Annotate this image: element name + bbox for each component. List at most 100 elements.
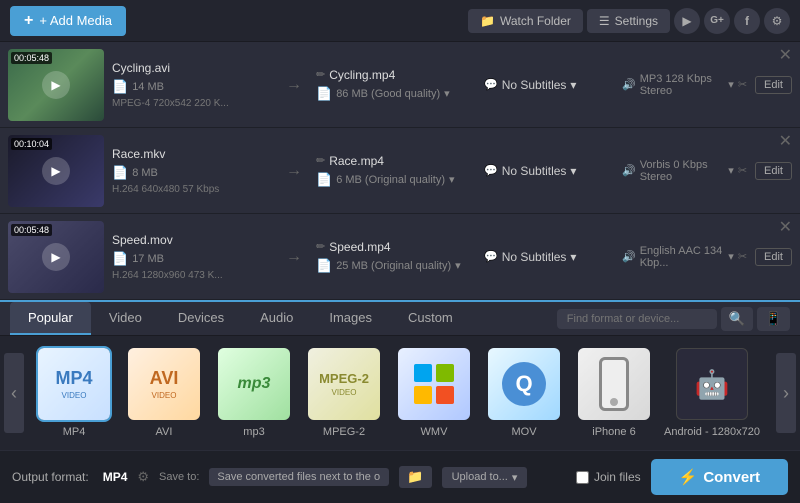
format-label-mp4: MP4: [63, 426, 86, 438]
edit-button[interactable]: Edit: [755, 162, 792, 180]
audio-dropdown-icon[interactable]: ▾: [728, 250, 734, 263]
format-item-wmv[interactable]: WMV: [394, 348, 474, 438]
format-search-input[interactable]: [557, 309, 717, 329]
format-item-mpeg2[interactable]: MPEG-2VIDEO MPEG-2: [304, 348, 384, 438]
scissors-icon[interactable]: ✂: [738, 164, 747, 177]
format-grid: MP4VIDEO MP4 AVIVIDEO AVI mp3 mp3 MPEG-2…: [24, 336, 776, 450]
output-dropdown-icon[interactable]: ▾: [449, 173, 455, 186]
watch-folder-button[interactable]: 📁 Watch Folder: [468, 9, 583, 33]
edit-name-icon[interactable]: ✏: [316, 154, 325, 167]
play-icon[interactable]: ▶: [42, 243, 70, 271]
subtitle-dropdown-icon[interactable]: ▾: [570, 78, 576, 92]
file-item: 00:05:48 ▶ Cycling.avi 📄 14 MB MPEG-4 72…: [0, 42, 800, 128]
youtube-icon[interactable]: ▶: [674, 8, 700, 34]
audio-dropdown-icon[interactable]: ▾: [728, 164, 734, 177]
subtitle-selector[interactable]: 💬 No Subtitles ▾: [484, 164, 614, 178]
format-label-mpeg2: MPEG-2: [323, 426, 365, 438]
file-item: 00:05:48 ▶ Speed.mov 📄 17 MB H.264 1280x…: [0, 214, 800, 300]
edit-name-icon[interactable]: ✏: [316, 240, 325, 253]
format-label-iphone6: iPhone 6: [592, 426, 635, 438]
facebook-icon[interactable]: f: [734, 8, 760, 34]
gear-icon[interactable]: ⚙: [764, 8, 790, 34]
format-icon-android: 🤖: [676, 348, 748, 420]
output-file-icon: 📄: [316, 86, 332, 102]
convert-arrow: →: [280, 162, 308, 180]
search-button[interactable]: 🔍: [721, 307, 754, 331]
remove-file-button[interactable]: ✕: [779, 220, 792, 236]
audio-selector: 🔊 English AAC 134 Kbp... ▾ ✂ Edit: [622, 245, 792, 269]
edit-name-icon[interactable]: ✏: [316, 68, 325, 81]
subtitle-dropdown-icon[interactable]: ▾: [570, 250, 576, 264]
upload-button[interactable]: Upload to... ▾: [442, 467, 528, 488]
subtitle-selector[interactable]: 💬 No Subtitles ▾: [484, 250, 614, 264]
output-format-label: Output format:: [12, 470, 89, 484]
audio-icon: 🔊: [622, 78, 636, 91]
subtitle-dropdown-icon[interactable]: ▾: [570, 164, 576, 178]
top-bar-right: 📁 Watch Folder ☰ Settings ▶ G+ f ⚙: [468, 8, 790, 34]
format-nav-left[interactable]: ‹: [4, 353, 24, 433]
format-nav-right[interactable]: ›: [776, 353, 796, 433]
remove-file-button[interactable]: ✕: [779, 48, 792, 64]
edit-button[interactable]: Edit: [755, 248, 792, 266]
file-icon: 📄: [112, 79, 128, 95]
output-info: ✏ Race.mp4 📄 6 MB (Original quality) ▾: [316, 154, 476, 188]
folder-icon: 📁: [480, 14, 495, 28]
play-icon[interactable]: ▶: [42, 71, 70, 99]
format-label-wmv: WMV: [421, 426, 448, 438]
output-file-icon: 📄: [316, 172, 332, 188]
format-item-android[interactable]: 🤖 Android - 1280x720: [664, 348, 760, 438]
duration-badge: 00:05:48: [11, 224, 52, 236]
tab-popular[interactable]: Popular: [10, 302, 91, 335]
format-icon-mpeg2: MPEG-2VIDEO: [308, 348, 380, 420]
add-media-button[interactable]: + + Add Media: [10, 6, 126, 36]
format-item-mp4[interactable]: MP4VIDEO MP4: [34, 348, 114, 438]
remove-file-button[interactable]: ✕: [779, 134, 792, 150]
output-settings-icon[interactable]: ⚙: [137, 469, 149, 485]
duration-badge: 00:10:04: [11, 138, 52, 150]
settings-button[interactable]: ☰ Settings: [587, 9, 670, 33]
join-files-input[interactable]: [576, 471, 589, 484]
subtitle-selector[interactable]: 💬 No Subtitles ▾: [484, 78, 614, 92]
output-filename: ✏ Speed.mp4: [316, 240, 476, 254]
tab-devices[interactable]: Devices: [160, 302, 242, 335]
join-files-checkbox[interactable]: Join files: [576, 470, 641, 484]
file-info: Cycling.avi 📄 14 MB MPEG-4 720x542 220 K…: [112, 61, 272, 109]
file-codec: H.264 1280x960 473 K...: [112, 270, 272, 281]
file-thumbnail: 00:05:48 ▶: [8, 49, 104, 121]
output-dropdown-icon[interactable]: ▾: [444, 87, 450, 100]
file-item: 00:10:04 ▶ Race.mkv 📄 8 MB H.264 640x480…: [0, 128, 800, 214]
tab-custom[interactable]: Custom: [390, 302, 471, 335]
device-search-button[interactable]: 📱: [757, 307, 790, 331]
edit-button[interactable]: Edit: [755, 76, 792, 94]
tab-audio[interactable]: Audio: [242, 302, 311, 335]
scissors-icon[interactable]: ✂: [738, 250, 747, 263]
browse-folder-button[interactable]: 📁: [399, 466, 431, 488]
format-label-android: Android - 1280x720: [664, 426, 760, 438]
scissors-icon[interactable]: ✂: [738, 78, 747, 91]
convert-button[interactable]: ⚡ Convert: [651, 459, 788, 495]
source-size: 📄 14 MB: [112, 79, 272, 95]
format-item-avi[interactable]: AVIVIDEO AVI: [124, 348, 204, 438]
format-item-mov[interactable]: Q MOV: [484, 348, 564, 438]
format-item-iphone6[interactable]: iPhone 6: [574, 348, 654, 438]
audio-selector: 🔊 Vorbis 0 Kbps Stereo ▾ ✂ Edit: [622, 159, 792, 183]
add-media-label: + Add Media: [39, 13, 112, 28]
file-icon: 📄: [112, 251, 128, 267]
audio-dropdown-icon[interactable]: ▾: [728, 78, 734, 91]
audio-value: Vorbis 0 Kbps Stereo: [640, 159, 725, 183]
subtitle-value: No Subtitles: [502, 78, 567, 92]
file-info: Speed.mov 📄 17 MB H.264 1280x960 473 K..…: [112, 233, 272, 281]
play-icon[interactable]: ▶: [42, 157, 70, 185]
output-dropdown-icon[interactable]: ▾: [455, 259, 461, 272]
gplus-icon[interactable]: G+: [704, 8, 730, 34]
tab-bar: PopularVideoDevicesAudioImagesCustom 🔍 📱: [0, 302, 800, 336]
format-icon-mov: Q: [488, 348, 560, 420]
duration-badge: 00:05:48: [11, 52, 52, 64]
output-file-icon: 📄: [316, 258, 332, 274]
tab-video[interactable]: Video: [91, 302, 160, 335]
save-to-input[interactable]: [209, 468, 389, 486]
tab-images[interactable]: Images: [311, 302, 390, 335]
output-info: ✏ Cycling.mp4 📄 86 MB (Good quality) ▾: [316, 68, 476, 102]
file-list: 00:05:48 ▶ Cycling.avi 📄 14 MB MPEG-4 72…: [0, 42, 800, 300]
format-item-mp3[interactable]: mp3 mp3: [214, 348, 294, 438]
